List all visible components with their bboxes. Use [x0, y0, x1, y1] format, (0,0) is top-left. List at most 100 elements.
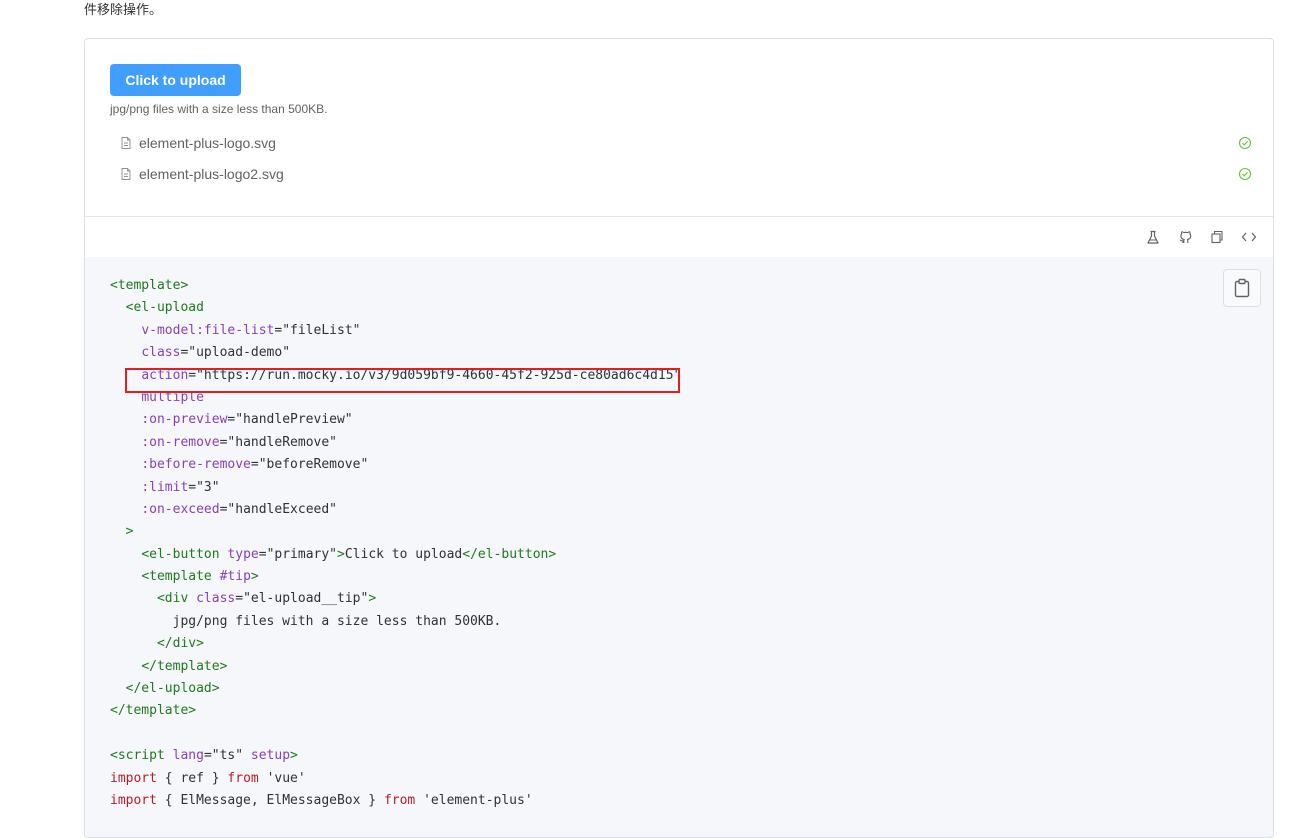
code-token: :on-exceed — [141, 501, 220, 517]
code-block: <template> <el-upload v-model:file-list=… — [85, 257, 1273, 837]
code-line: <script lang="ts" setup> — [110, 745, 681, 767]
code-line: :before-remove="beforeRemove" — [110, 454, 681, 476]
upload-tip: jpg/png files with a size less than 500K… — [110, 102, 328, 116]
code-icon[interactable] — [1241, 229, 1257, 245]
file-name[interactable]: element-plus-logo.svg — [139, 135, 276, 151]
code-token: :on-remove — [141, 434, 220, 450]
code-line: :on-exceed="handleExceed" — [110, 499, 681, 521]
code-token: "handleExceed" — [227, 501, 337, 517]
code-line: </div> — [110, 633, 681, 655]
code-token: "3" — [196, 479, 220, 495]
code-token: import — [110, 770, 157, 786]
code-token: from — [227, 770, 259, 786]
code-token: "upload-demo" — [188, 345, 291, 361]
code-token: <template> — [110, 278, 189, 293]
code-token: "handlePreview" — [235, 412, 353, 428]
code-token: type — [227, 546, 259, 562]
code-content: <template> <el-upload v-model:file-list=… — [110, 275, 681, 812]
code-line: v-model:file-list="fileList" — [110, 320, 681, 342]
code-line: </template> — [110, 700, 681, 722]
code-token: = — [188, 479, 197, 495]
demo-preview: Click to upload jpg/png files with a siz… — [85, 39, 1273, 216]
code-token: = — [235, 591, 244, 607]
code-token: > — [290, 748, 298, 764]
check-circle-icon — [1238, 136, 1252, 150]
code-line: class="upload-demo" — [110, 342, 681, 364]
clipboard-icon — [1233, 278, 1251, 298]
code-token: = — [258, 546, 267, 562]
code-token: { ref } — [156, 770, 228, 786]
code-token: > — [250, 569, 259, 585]
code-token: jpg/png files with a size less than 500K… — [110, 613, 502, 629]
code-token: v-model:file-list — [141, 322, 275, 338]
upload-button[interactable]: Click to upload — [110, 64, 241, 96]
code-token: #tip — [219, 569, 251, 585]
code-token: "el-upload__tip" — [243, 591, 369, 607]
file-item[interactable]: element-plus-logo2.svg — [110, 158, 1252, 189]
code-line: :on-preview="handlePreview" — [110, 409, 681, 431]
code-line: <template #tip> — [110, 566, 681, 588]
code-token: 'element-plus' — [423, 792, 533, 808]
copy-icon[interactable] — [1209, 229, 1225, 245]
code-token: { ElMessage, ElMessageBox } — [156, 792, 384, 808]
code-token: :before-remove — [141, 457, 251, 473]
code-token: > — [368, 591, 377, 607]
code-token: "fileList" — [282, 322, 361, 338]
code-token: </template> — [141, 658, 228, 674]
code-token: </template> — [110, 703, 197, 719]
code-token: <template — [141, 569, 212, 585]
code-token: <el-button — [141, 546, 220, 562]
github-icon[interactable] — [1177, 229, 1193, 245]
copy-code-button[interactable] — [1223, 269, 1261, 307]
code-line: import { ref } from 'vue' — [110, 768, 681, 790]
playground-icon[interactable] — [1145, 229, 1161, 245]
code-token: <div — [156, 591, 189, 607]
code-token: <script — [110, 748, 165, 764]
code-line: <div class="el-upload__tip"> — [110, 588, 681, 610]
code-token: Click to upload — [344, 546, 463, 562]
code-line: <el-button type="primary">Click to uploa… — [110, 544, 681, 566]
code-token: > — [337, 546, 345, 562]
code-token: action — [141, 367, 189, 383]
code-token: import — [110, 792, 157, 808]
code-token: class — [196, 591, 236, 607]
code-token: :on-preview — [141, 412, 228, 428]
file-item[interactable]: element-plus-logo.svg — [110, 127, 1252, 158]
code-token: </div> — [156, 636, 204, 652]
code-line: > — [110, 521, 681, 543]
file-list: element-plus-logo.svg element-plus-logo2… — [110, 127, 1252, 189]
code-line: <template> — [110, 275, 681, 297]
file-name[interactable]: element-plus-logo2.svg — [139, 166, 284, 182]
code-line: :limit="3" — [110, 477, 681, 499]
intro-text: 件移除操作。 — [84, 3, 163, 18]
code-token: "primary" — [266, 546, 338, 562]
demo-toolbar — [1145, 229, 1257, 245]
code-line: </template> — [110, 656, 681, 678]
code-token: setup — [250, 748, 291, 764]
code-token: class — [141, 345, 181, 361]
code-token: "handleRemove" — [227, 434, 337, 450]
code-line: multiple — [110, 387, 681, 409]
code-token: "beforeRemove" — [258, 457, 369, 473]
document-icon — [119, 167, 133, 181]
code-token: = — [250, 457, 259, 473]
code-token: </el-upload> — [125, 681, 220, 697]
code-token: from — [383, 792, 416, 808]
code-line: jpg/png files with a size less than 500K… — [110, 611, 681, 633]
